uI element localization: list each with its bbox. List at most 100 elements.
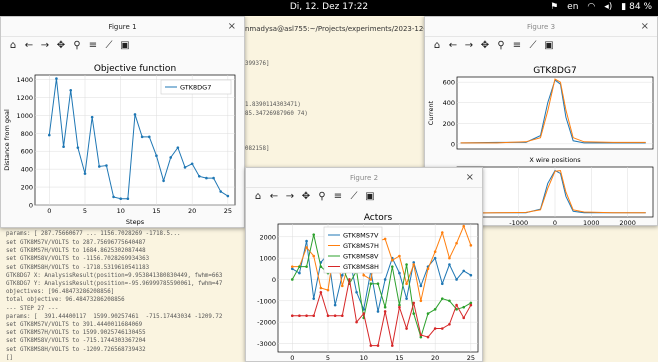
- zoom-icon[interactable]: ⚲: [495, 40, 507, 51]
- legend-label: GTK8MS8V: [343, 253, 379, 261]
- data-point: [383, 305, 387, 309]
- window-titlebar[interactable]: Figure 3 ×: [425, 17, 657, 37]
- data-point: [219, 190, 223, 193]
- close-icon[interactable]: ×: [641, 21, 649, 32]
- data-point: [462, 269, 466, 273]
- data-point: [69, 88, 73, 92]
- figure-2-canvas[interactable]: 0 5 10 15 20 25 -3000 -2000 -1000 0 1000 2000 Actors…: [246, 204, 483, 362]
- y-tick-label: 2000: [259, 233, 276, 241]
- back-icon[interactable]: ←: [23, 40, 35, 51]
- configure-icon[interactable]: ≡: [87, 40, 99, 51]
- x-axis-label: Steps: [126, 218, 145, 226]
- forward-icon[interactable]: →: [39, 40, 51, 51]
- data-point: [398, 271, 401, 275]
- home-icon[interactable]: ⌂: [431, 40, 443, 51]
- x-tick-label: 0: [290, 354, 294, 362]
- data-point: [298, 265, 301, 268]
- terminal-line: set GTK8MS7H/VOLTS to 1684.8625302087448: [6, 248, 146, 255]
- notification-icon[interactable]: ⚑: [550, 2, 558, 12]
- data-point: [305, 314, 308, 318]
- data-point: [426, 267, 430, 271]
- language-indicator[interactable]: en: [567, 2, 578, 12]
- data-point: [362, 312, 366, 315]
- y-tick-label: 0: [272, 276, 276, 284]
- y-tick-label: -2000: [257, 319, 276, 327]
- data-point: [448, 322, 451, 326]
- data-point: [376, 344, 380, 347]
- terminal-line: []: [6, 354, 13, 361]
- data-point: [47, 133, 51, 137]
- terminal-line: GTK8DG7 Y: AnalysisResult(position=-95.9…: [6, 281, 223, 288]
- window-titlebar[interactable]: Figure 2 ×: [246, 168, 482, 188]
- pan-icon[interactable]: ✥: [479, 40, 491, 51]
- data-point: [390, 265, 394, 268]
- data-point: [405, 282, 408, 286]
- data-point: [419, 299, 423, 303]
- y-tick-label: -3000: [257, 340, 276, 348]
- back-icon[interactable]: ←: [447, 40, 459, 51]
- x-tick-label: 15: [395, 354, 403, 362]
- zoom-icon[interactable]: ⚲: [71, 40, 83, 51]
- configure-icon[interactable]: ≡: [332, 191, 344, 202]
- window-title: Figure 1: [108, 23, 137, 31]
- terminal-line: set GTK8MS7V/VOLTS to 391.4440011684069: [6, 322, 143, 329]
- close-icon[interactable]: ×: [466, 172, 474, 183]
- y-tick-label: 1400: [16, 76, 33, 84]
- y-tick-label: 0: [29, 202, 33, 210]
- system-tray[interactable]: ⚑ en ◠ ◂) ▮ 84 %: [550, 2, 652, 12]
- window-title: Figure 2: [349, 174, 379, 182]
- data-point: [455, 241, 458, 245]
- terminal-snippet: 082158]: [245, 146, 270, 152]
- y-tick-label: 1000: [16, 112, 33, 120]
- data-point: [133, 113, 137, 116]
- data-point: [383, 310, 387, 313]
- plot-area: [34, 74, 236, 206]
- axes-icon[interactable]: ⟋: [527, 40, 539, 51]
- forward-icon[interactable]: →: [284, 191, 296, 202]
- terminal-snippet: 85.34726987960 74): [245, 111, 308, 117]
- data-point: [448, 299, 451, 303]
- chart-title: Objective function: [94, 64, 176, 74]
- forward-icon[interactable]: →: [463, 40, 475, 51]
- battery-icon: ▮: [621, 2, 627, 12]
- configure-icon[interactable]: ≡: [511, 40, 523, 51]
- figure-2-window[interactable]: Figure 2 × ⌂ ← → ✥ ⚲ ≡ ⟋ ▣ 0 5 10 15 20 25 -3000 -2000 -…: [245, 167, 483, 362]
- chart-title: GTK8DG7: [533, 66, 576, 76]
- figure-1-window[interactable]: Figure 1 × ⌂ ← → ✥ ⚲ ≡ ⟋ ▣ 0 5 10 15 20 25 0 200 400 600 8…: [0, 16, 245, 228]
- save-icon[interactable]: ▣: [543, 40, 555, 51]
- home-icon[interactable]: ⌂: [7, 40, 19, 51]
- close-icon[interactable]: ×: [228, 21, 236, 32]
- terminal-line: set GTK8MS7V/VOLTS to 287.75696775640487: [6, 240, 146, 246]
- figure-1-canvas[interactable]: 0 5 10 15 20 25 0 200 400 600 800 1000 1200 1400 Objec…: [1, 53, 245, 228]
- data-point: [362, 273, 366, 277]
- plot-toolbar: ⌂ ← → ✥ ⚲ ≡ ⟋ ▣: [425, 37, 657, 53]
- window-titlebar[interactable]: Figure 1 ×: [1, 17, 244, 37]
- data-point: [390, 258, 394, 262]
- volume-icon[interactable]: ◂): [604, 2, 612, 12]
- zoom-icon[interactable]: ⚲: [316, 191, 328, 202]
- terminal-title: nmadysa@asl755:~/Projects/experiments/20…: [245, 25, 441, 33]
- data-point: [348, 278, 351, 281]
- data-point: [312, 297, 316, 300]
- data-point: [376, 310, 380, 313]
- terminal-line: set GTK8MS8H/VOLTS to -1209.726568739432: [6, 346, 146, 353]
- pan-icon[interactable]: ✥: [55, 40, 67, 51]
- data-point: [312, 254, 316, 258]
- data-point: [369, 278, 373, 281]
- axes-icon[interactable]: ⟋: [103, 40, 115, 51]
- save-icon[interactable]: ▣: [119, 40, 131, 51]
- save-icon[interactable]: ▣: [364, 191, 376, 202]
- data-point: [319, 286, 323, 290]
- back-icon[interactable]: ←: [268, 191, 280, 202]
- data-point: [440, 231, 444, 234]
- pan-icon[interactable]: ✥: [300, 191, 312, 202]
- home-icon[interactable]: ⌂: [252, 191, 264, 202]
- legend-label: GTK8DG7: [180, 84, 211, 92]
- data-point: [440, 297, 444, 300]
- battery-indicator[interactable]: ▮ 84 %: [621, 2, 652, 12]
- data-point: [169, 156, 173, 159]
- axes-icon[interactable]: ⟋: [348, 191, 360, 202]
- data-point: [147, 135, 151, 139]
- wifi-icon[interactable]: ◠: [587, 2, 595, 12]
- terminal-line: objectives: [96.48473286208856]: [6, 289, 115, 296]
